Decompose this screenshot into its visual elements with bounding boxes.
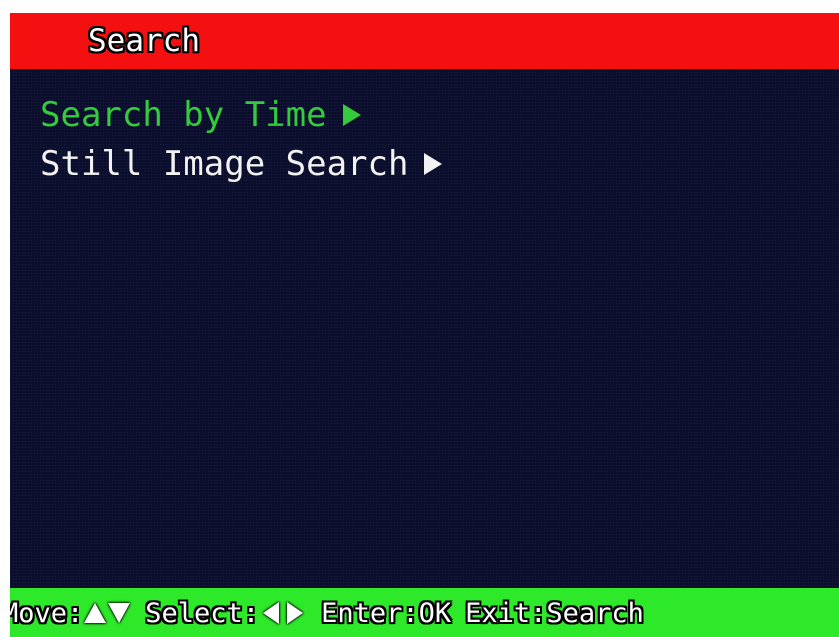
footer-help-bar: Move: Select: Enter:OK Exit:Search xyxy=(10,588,839,637)
menu-item-still-image-search[interactable]: Still Image Search xyxy=(40,143,443,185)
up-arrow-icon xyxy=(84,603,107,623)
play-arrow-icon xyxy=(342,104,361,126)
menu-item-search-by-time[interactable]: Search by Time xyxy=(40,94,361,136)
menu-item-label: Search by Time xyxy=(40,95,327,135)
osd-screen: Search Search by Time Still Image Search… xyxy=(10,13,839,637)
exit-hint: Exit:Search xyxy=(465,597,644,629)
enter-hint: Enter:OK xyxy=(321,597,452,629)
right-arrow-icon xyxy=(287,602,304,624)
play-arrow-icon xyxy=(424,153,443,175)
down-arrow-icon xyxy=(108,603,131,623)
menu-item-label: Still Image Search xyxy=(40,144,409,184)
move-label: Move: xyxy=(10,597,84,629)
page-title: Search xyxy=(88,23,200,59)
title-bar: Search xyxy=(10,13,839,69)
select-label: Select: xyxy=(145,597,260,629)
left-arrow-icon xyxy=(263,602,280,624)
